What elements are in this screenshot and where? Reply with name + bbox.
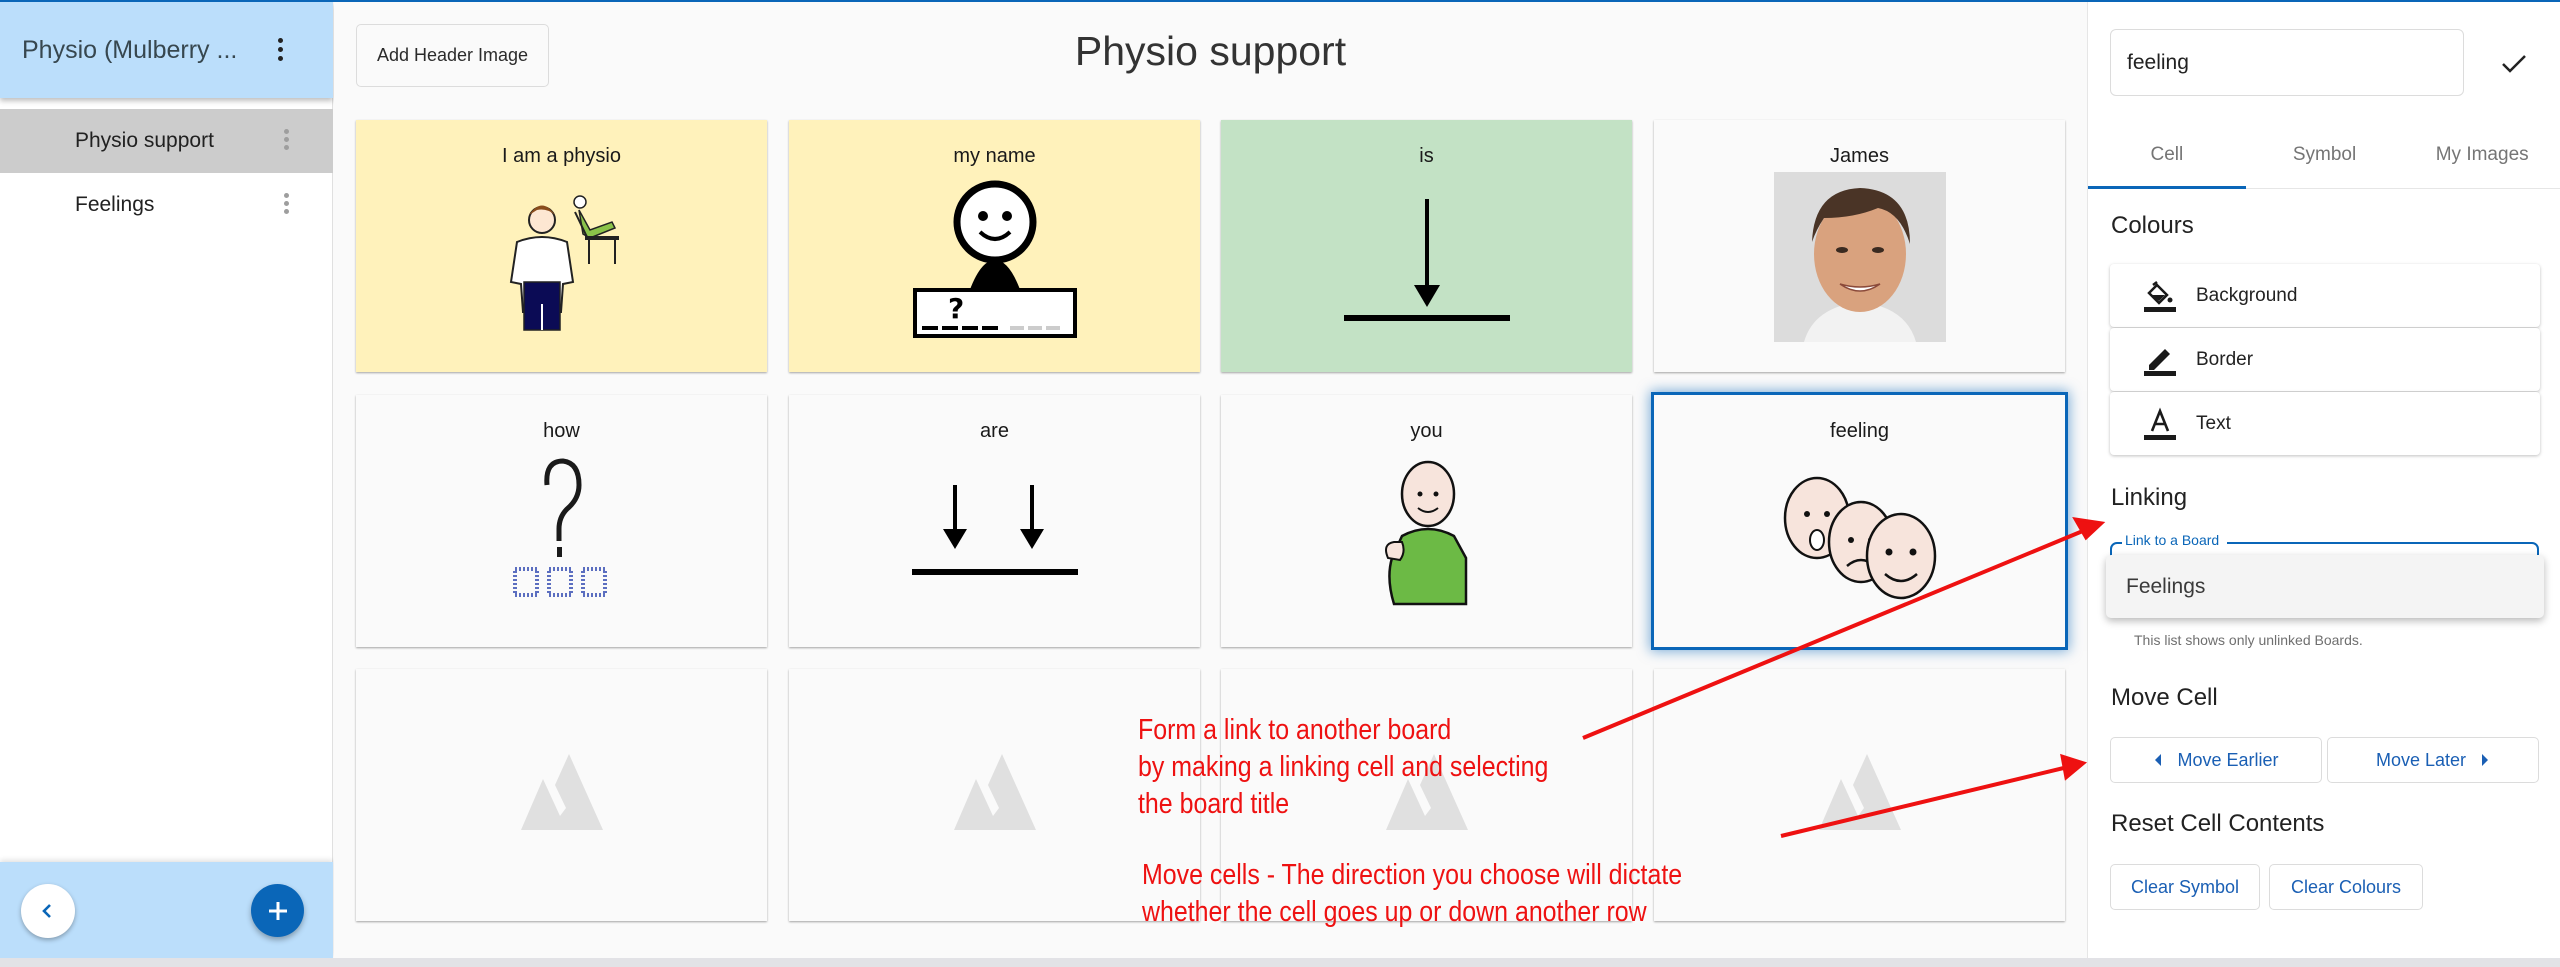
board-cell[interactable]: is bbox=[1221, 120, 1632, 372]
linking-heading: Linking bbox=[2111, 484, 2188, 511]
board-cell-empty[interactable] bbox=[356, 669, 767, 921]
board-cell-empty[interactable] bbox=[1654, 669, 2065, 921]
cell-label: James bbox=[1830, 145, 1889, 167]
svg-text:?: ? bbox=[948, 292, 964, 325]
board-menu-icon[interactable] bbox=[276, 193, 296, 214]
top-accent-bar bbox=[0, 0, 2560, 2]
link-option-feelings[interactable]: Feelings bbox=[2106, 555, 2544, 618]
placeholder-image-icon bbox=[520, 754, 603, 830]
pencil-icon bbox=[2142, 342, 2178, 378]
annotation-line: Move cells - The direction you choose wi… bbox=[1142, 859, 1683, 891]
tab-my-images[interactable]: My Images bbox=[2403, 127, 2560, 188]
sidebar-footer bbox=[0, 862, 333, 958]
reset-cell-heading: Reset Cell Contents bbox=[2111, 810, 2325, 837]
cell-label: is bbox=[1419, 145, 1434, 167]
board-cell[interactable]: you bbox=[1221, 395, 1632, 647]
caret-left-icon bbox=[2155, 754, 2162, 766]
paint-bucket-icon bbox=[2142, 278, 2178, 314]
move-earlier-button[interactable]: Move Earlier bbox=[2110, 737, 2322, 783]
feelings-faces-symbol bbox=[1783, 476, 1936, 600]
move-annotation: Move cells - The direction you choose wi… bbox=[1142, 857, 1682, 931]
are-arrows-symbol bbox=[911, 485, 1078, 575]
button-label: Move Later bbox=[2375, 749, 2467, 770]
add-board-button[interactable] bbox=[251, 884, 304, 937]
board-cell-selected[interactable]: feeling bbox=[1654, 395, 2065, 647]
annotation-line: the board title bbox=[1138, 788, 1290, 820]
board-cell[interactable]: my name ? bbox=[789, 120, 1200, 372]
chevron-left-icon bbox=[42, 904, 51, 918]
border-colour-option[interactable]: Border bbox=[2110, 328, 2540, 391]
confirm-label-button[interactable] bbox=[2494, 44, 2534, 84]
option-label: Border bbox=[2196, 348, 2254, 370]
tab-cell[interactable]: Cell bbox=[2088, 127, 2246, 189]
question-symbol bbox=[512, 458, 607, 597]
check-icon bbox=[2502, 55, 2526, 73]
panel-tabs: Cell Symbol My Images bbox=[2088, 127, 2560, 189]
sidebar-item-physio-support[interactable]: Physio support bbox=[0, 109, 333, 173]
annotation-line: by making a linking cell and selecting bbox=[1138, 751, 1549, 783]
button-label: Move Earlier bbox=[2177, 749, 2279, 770]
project-menu-icon[interactable] bbox=[270, 38, 290, 61]
you-pointing-symbol bbox=[1384, 460, 1467, 606]
is-arrow-symbol bbox=[1343, 199, 1510, 321]
move-later-button[interactable]: Move Later bbox=[2327, 737, 2539, 783]
option-label: Text bbox=[2196, 412, 2231, 434]
boards-sidebar: Physio (Mulberry ... Physio support Feel… bbox=[0, 0, 333, 958]
board-cell[interactable]: I am a physio bbox=[356, 120, 767, 372]
board-cell[interactable]: James bbox=[1654, 120, 2065, 372]
move-cell-heading: Move Cell bbox=[2111, 684, 2218, 711]
text-color-icon bbox=[2142, 406, 2178, 442]
window-bottom-edge bbox=[0, 958, 2560, 967]
link-field-label: Link to a Board bbox=[2122, 532, 2228, 548]
placeholder-image-icon bbox=[953, 754, 1036, 830]
physio-symbol bbox=[509, 195, 619, 331]
cell-label: my name bbox=[953, 145, 1036, 167]
project-title[interactable]: Physio (Mulberry ... bbox=[22, 36, 242, 65]
cell-label: I am a physio bbox=[502, 145, 621, 167]
board-menu-icon[interactable] bbox=[276, 129, 296, 150]
cell-properties-panel: feeling Cell Symbol My Images Colours Ba… bbox=[2087, 2, 2560, 958]
plus-icon bbox=[268, 901, 287, 920]
board-cell[interactable]: are bbox=[789, 395, 1200, 647]
cell-label-input[interactable]: feeling bbox=[2110, 29, 2464, 96]
colour-options: Background Border Text bbox=[2110, 264, 2540, 456]
tab-symbol[interactable]: Symbol bbox=[2246, 127, 2404, 188]
colours-heading: Colours bbox=[2111, 212, 2194, 239]
background-colour-option[interactable]: Background bbox=[2110, 264, 2540, 327]
cell-label: how bbox=[543, 420, 580, 442]
placeholder-image-icon bbox=[1818, 754, 1901, 830]
board-name: Feelings bbox=[75, 193, 155, 216]
person-photo bbox=[1773, 172, 1946, 342]
sidebar-item-feelings[interactable]: Feelings bbox=[0, 173, 333, 237]
board-name: Physio support bbox=[75, 129, 214, 152]
cell-label: are bbox=[980, 420, 1009, 442]
annotation-line: Form a link to another board bbox=[1138, 714, 1452, 746]
caret-right-icon bbox=[2482, 754, 2489, 766]
link-helper-text: This list shows only unlinked Boards. bbox=[2134, 632, 2363, 648]
board-cell[interactable]: how bbox=[356, 395, 767, 647]
cell-label: feeling bbox=[1830, 420, 1889, 442]
link-annotation: Form a link to another board by making a… bbox=[1138, 712, 1548, 823]
option-label: Background bbox=[2196, 284, 2298, 306]
project-header: Physio (Mulberry ... bbox=[0, 2, 333, 98]
collapse-sidebar-button[interactable] bbox=[21, 884, 75, 938]
name-symbol: ? bbox=[912, 180, 1077, 338]
clear-symbol-button[interactable]: Clear Symbol bbox=[2110, 864, 2260, 910]
text-colour-option[interactable]: Text bbox=[2110, 392, 2540, 455]
annotation-line: whether the cell goes up or down another… bbox=[1142, 896, 1647, 928]
board-title: Physio support bbox=[1074, 28, 1347, 74]
cell-label: you bbox=[1410, 420, 1443, 442]
clear-colours-button[interactable]: Clear Colours bbox=[2269, 864, 2423, 910]
